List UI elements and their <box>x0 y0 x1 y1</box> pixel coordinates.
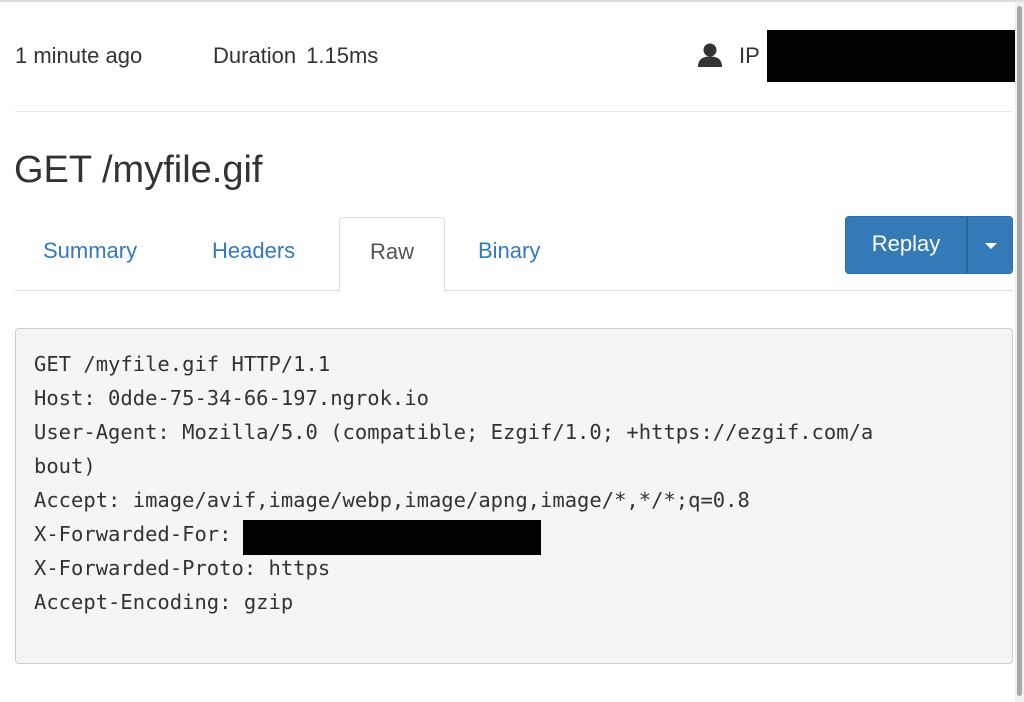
request-meta-bar: 1 minute ago Duration 1.15ms IP <box>15 30 1015 82</box>
tab-raw[interactable]: Raw <box>339 217 445 292</box>
divider <box>15 111 1013 112</box>
duration-value: 1.15ms <box>306 43 379 68</box>
ip-redacted-block <box>767 30 1015 82</box>
page-title: GET /myfile.gif <box>14 149 263 191</box>
raw-line: Host: 0dde-75-34-66-197.ngrok.io <box>34 386 429 410</box>
raw-line: GET /myfile.gif HTTP/1.1 <box>34 352 331 376</box>
user-icon <box>697 42 723 68</box>
replay-dropdown-toggle[interactable] <box>967 216 1013 274</box>
duration-label: Duration <box>213 43 297 68</box>
request-time-ago: 1 minute ago <box>15 43 143 68</box>
raw-line-forwarded-for: X-Forwarded-For: <box>34 517 1012 555</box>
tab-binary[interactable]: Binary <box>478 217 540 291</box>
replay-split-button: Replay <box>845 216 1013 274</box>
request-detail-panel: 1 minute ago Duration 1.15ms IP GET /myfi… <box>0 0 1024 702</box>
request-duration: Duration 1.15ms <box>213 43 378 69</box>
scrollbar-thumb[interactable] <box>1017 6 1022 696</box>
raw-line: bout) <box>34 454 96 478</box>
raw-line: X-Forwarded-Proto: https <box>34 556 331 580</box>
ip-label: IP <box>739 43 760 68</box>
raw-line: Accept-Encoding: gzip <box>34 590 294 614</box>
vertical-scrollbar[interactable] <box>1015 2 1024 702</box>
replay-button[interactable]: Replay <box>845 216 967 274</box>
chevron-down-icon <box>985 243 997 249</box>
raw-line: Accept: image/avif,image/webp,image/apng… <box>34 488 750 512</box>
tab-headers[interactable]: Headers <box>212 217 295 291</box>
raw-request-block: GET /myfile.gif HTTP/1.1 Host: 0dde-75-3… <box>15 328 1013 664</box>
forwarded-for-redacted-block <box>243 520 542 555</box>
tab-summary[interactable]: Summary <box>43 217 137 291</box>
raw-line: User-Agent: Mozilla/5.0 (compatible; Ezg… <box>34 420 874 444</box>
forwarded-for-label: X-Forwarded-For: <box>34 522 232 546</box>
